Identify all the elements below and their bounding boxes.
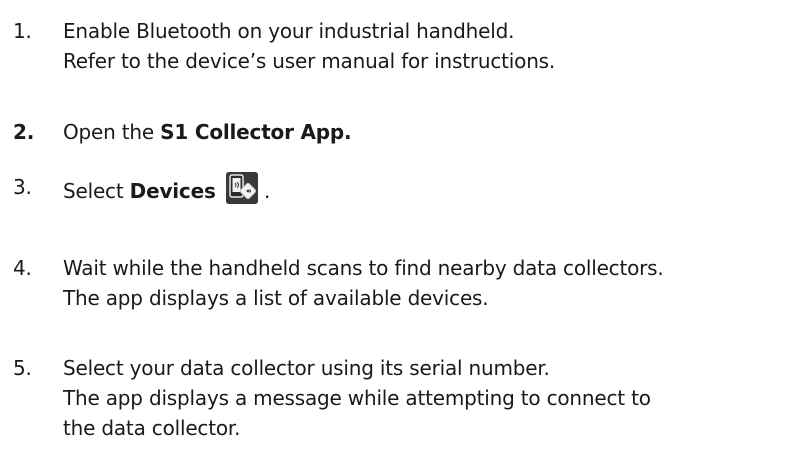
step-suffix: . [257, 179, 271, 203]
step-text: Wait while the handheld scans to find ne… [63, 253, 664, 313]
step-text: Enable Bluetooth on your industrial hand… [63, 16, 555, 76]
step-number: 3. [13, 175, 32, 199]
step-line: Enable Bluetooth on your industrial hand… [63, 19, 515, 43]
devices-label: Devices [129, 179, 216, 203]
step-line: Wait while the handheld scans to find ne… [63, 256, 664, 280]
step-number: 2. [13, 120, 35, 144]
step-text: Open the S1 Collector App. [63, 117, 352, 147]
step-line: The app displays a message while attempt… [63, 386, 651, 410]
devices-icon [225, 172, 258, 204]
step-text: Select your data collector using its ser… [63, 353, 651, 443]
app-name: S1 Collector App. [160, 120, 352, 144]
step-text: Select Devices . [63, 172, 270, 206]
step-prefix: Select [63, 179, 130, 203]
step-line: Select your data collector using its ser… [63, 356, 550, 380]
step-number: 1. [13, 19, 32, 43]
step-line: the data collector. [63, 416, 241, 440]
step-number: 4. [13, 256, 32, 280]
step-line: Refer to the device’s user manual for in… [63, 49, 556, 73]
step-number: 5. [13, 356, 32, 380]
step-line: The app displays a list of available dev… [63, 286, 489, 310]
step-prefix: Open the [63, 120, 161, 144]
